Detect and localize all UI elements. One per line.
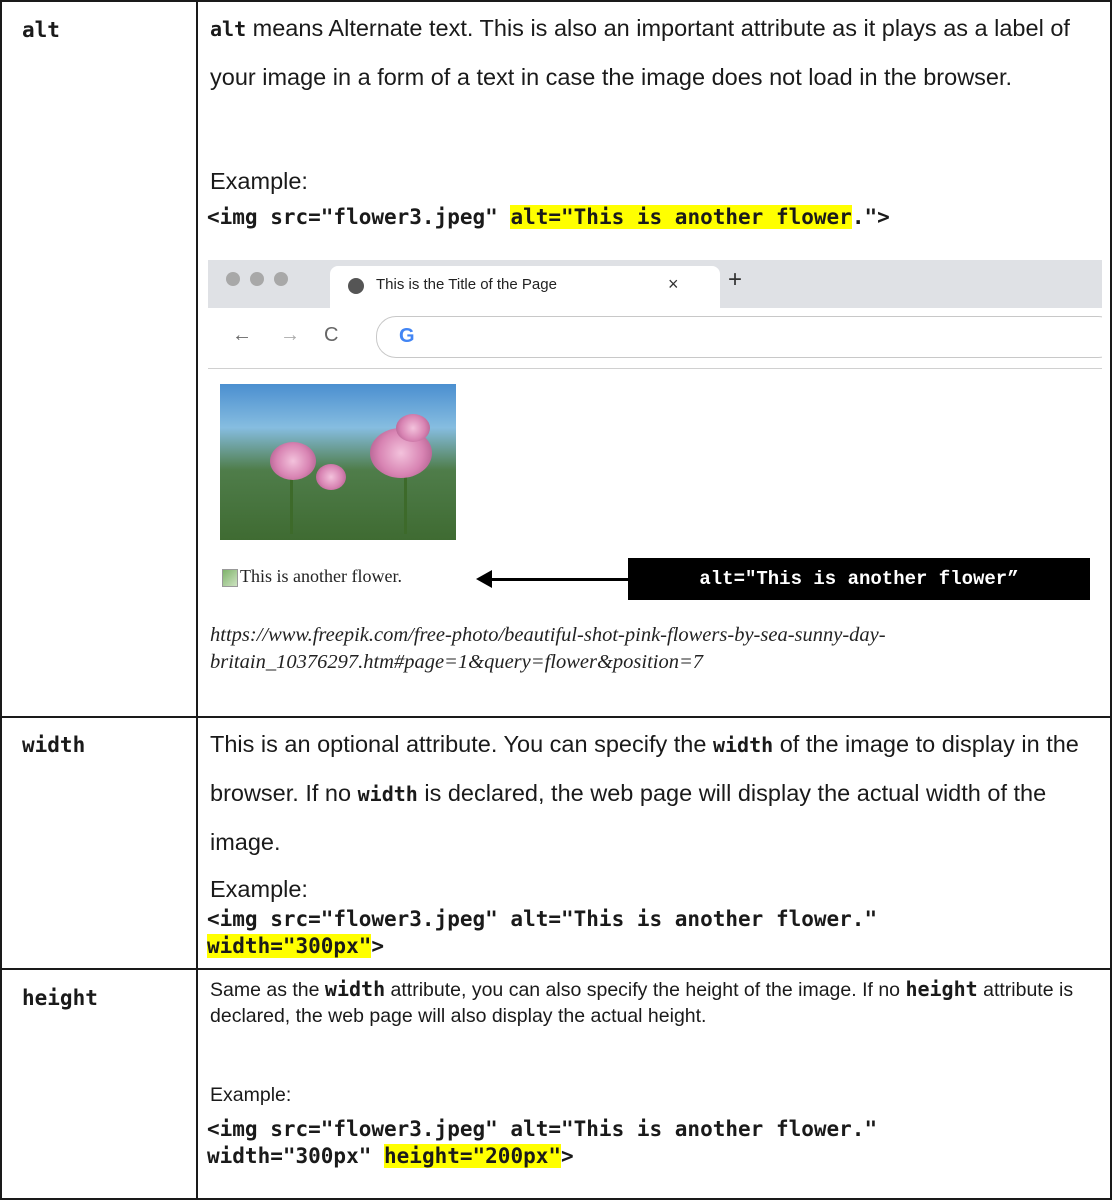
window-dot-icon xyxy=(274,272,288,286)
example-label: Example: xyxy=(210,1084,292,1106)
example-label: Example: xyxy=(210,876,308,902)
globe-icon xyxy=(348,278,364,294)
google-icon: G xyxy=(399,325,415,347)
column-divider xyxy=(196,0,198,1200)
pink-flower xyxy=(270,442,316,480)
pink-flower xyxy=(396,414,430,442)
code-text: <img src="flower3.jpeg" alt="This is ano… xyxy=(207,907,878,931)
tab-strip: This is the Title of the Page × + xyxy=(208,260,1102,308)
code-example-width: <img src="flower3.jpeg" alt="This is ano… xyxy=(207,906,877,960)
description-text: means Alternate text. This is also an im… xyxy=(210,15,1070,90)
address-bar: G xyxy=(376,316,1102,358)
plus-icon: + xyxy=(728,266,743,293)
code-text: > xyxy=(371,934,385,958)
tab-title: This is the Title of the Page xyxy=(376,276,557,293)
description-text: Same as the xyxy=(210,979,325,1001)
browser-toolbar: ← → C G xyxy=(208,308,1102,369)
row-divider-1 xyxy=(0,716,1112,718)
inline-code: width xyxy=(324,977,386,1001)
attribute-description-width: This is an optional attribute. You can s… xyxy=(210,720,1100,866)
alt-text-shown: This is another flower. xyxy=(240,566,402,586)
window-dot-icon xyxy=(226,272,240,286)
inline-code: height xyxy=(905,977,978,1001)
code-example-alt: <img src="flower3.jpeg" alt="This is ano… xyxy=(207,204,890,231)
description-text: attribute, you can also specify the heig… xyxy=(385,979,906,1001)
inline-code: width xyxy=(357,782,418,806)
pink-flower xyxy=(316,464,346,490)
inline-code: width xyxy=(712,733,774,757)
image-source-url: https://www.freepik.com/free-photo/beaut… xyxy=(210,624,886,673)
code-text: ."> xyxy=(851,205,890,229)
attribute-name-alt: alt xyxy=(22,18,60,42)
close-icon: × xyxy=(668,274,679,294)
code-text: <img src="flower3.jpeg" alt="This is ano… xyxy=(207,1117,878,1141)
browser-tab: This is the Title of the Page × xyxy=(330,266,720,308)
description-text: This is an optional attribute. You can s… xyxy=(210,731,713,757)
attribute-name-width: width xyxy=(22,733,86,757)
broken-image-alt-text: This is another flower. xyxy=(222,566,402,587)
browser-screenshot: This is the Title of the Page × + ← → C … xyxy=(208,260,1102,612)
attribute-description-alt: alt means Alternate text. This is also a… xyxy=(210,4,1100,101)
alt-callout-label: alt="This is another flower” xyxy=(628,558,1090,600)
arrow-line xyxy=(490,578,628,581)
inline-code: alt xyxy=(210,17,247,41)
reload-icon: C xyxy=(324,324,339,346)
code-highlight: width="300px" xyxy=(207,934,372,958)
code-text: width="300px" xyxy=(207,1144,385,1168)
row-divider-2 xyxy=(0,968,1112,970)
broken-image-icon xyxy=(222,568,238,587)
code-highlight: height="200px" xyxy=(384,1144,562,1168)
code-highlight: alt="This is another flower xyxy=(510,205,852,229)
code-example-height: <img src="flower3.jpeg" alt="This is ano… xyxy=(207,1116,877,1170)
example-label: Example: xyxy=(210,168,308,194)
back-arrow-icon: ← xyxy=(232,324,252,346)
code-text: <img src="flower3.jpeg" xyxy=(207,205,511,229)
code-text: > xyxy=(561,1144,574,1168)
forward-arrow-icon: → xyxy=(280,324,300,346)
flower-photo xyxy=(220,384,456,540)
attribute-name-height: height xyxy=(22,986,98,1010)
window-dot-icon xyxy=(250,272,264,286)
attribute-description-height: Same as the width attribute, you can als… xyxy=(210,976,1100,1029)
